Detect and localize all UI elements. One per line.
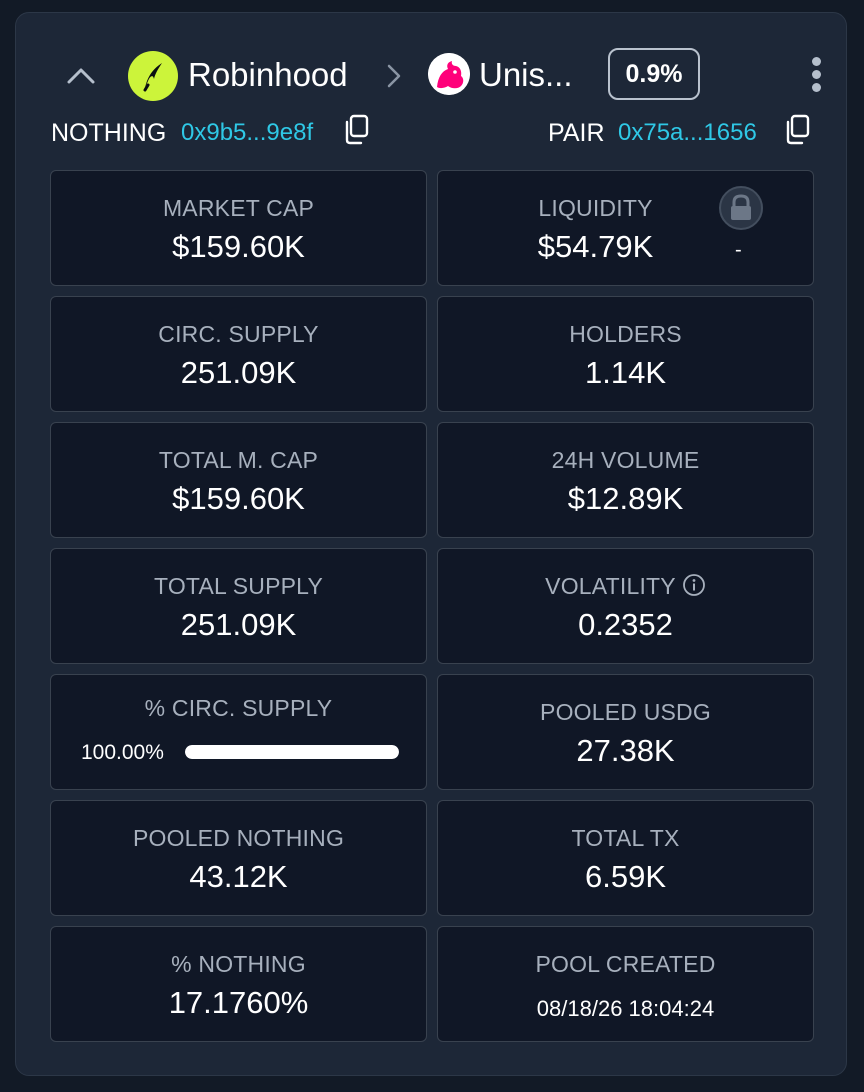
volatility-value: 0.2352 bbox=[578, 607, 673, 642]
total-supply-label: TOTAL SUPPLY bbox=[154, 573, 323, 599]
copy-token-address-icon[interactable] bbox=[342, 114, 370, 146]
lock-status: - bbox=[735, 239, 742, 261]
volume-24h-card: 24H VOLUME $12.89K bbox=[437, 422, 814, 538]
dex-name: Robinhood bbox=[188, 56, 348, 93]
robinhood-logo-icon bbox=[128, 51, 178, 101]
volatility-label: VOLATILITY bbox=[545, 573, 676, 599]
volatility-label-row: VOLATILITY bbox=[438, 571, 813, 601]
pooled-usdg-value: 27.38K bbox=[576, 733, 675, 768]
pooled-nothing-value: 43.12K bbox=[189, 859, 288, 894]
pooled-nothing-label: POOLED NOTHING bbox=[132, 825, 345, 851]
circ-supply-label: CIRC. SUPPLY bbox=[158, 321, 319, 347]
pooled-nothing-card: POOLED NOTHING 43.12K bbox=[50, 800, 427, 916]
holders-card: HOLDERS 1.14K bbox=[437, 296, 814, 412]
liquidity-label: LIQUIDITY bbox=[538, 195, 653, 221]
total-tx-label: TOTAL TX bbox=[571, 825, 680, 851]
total-mcap-card: TOTAL M. CAP $159.60K bbox=[50, 422, 427, 538]
circ-supply-card: CIRC. SUPPLY 251.09K bbox=[50, 296, 427, 412]
market-cap-value: $159.60K bbox=[172, 229, 305, 264]
total-supply-value: 251.09K bbox=[180, 607, 297, 642]
pct-circ-supply-card: % CIRC. SUPPLY 100.00% bbox=[50, 674, 427, 790]
volume-24h-value: $12.89K bbox=[567, 481, 684, 516]
kebab-menu-icon[interactable] bbox=[806, 57, 826, 97]
fee-badge: 0.9% bbox=[608, 48, 700, 100]
total-supply-card: TOTAL SUPPLY 251.09K bbox=[50, 548, 427, 664]
copy-pair-address-icon[interactable] bbox=[783, 114, 811, 146]
info-icon[interactable] bbox=[682, 573, 706, 597]
circ-supply-value: 251.09K bbox=[180, 355, 297, 390]
pair-name: Unis... bbox=[479, 56, 573, 93]
pooled-usdg-card: POOLED USDG 27.38K bbox=[437, 674, 814, 790]
total-mcap-label: TOTAL M. CAP bbox=[158, 447, 319, 473]
pair-address-link[interactable]: 0x75a...1656 bbox=[618, 116, 757, 150]
token-symbol-label: NOTHING bbox=[51, 119, 167, 147]
volume-24h-label: 24H VOLUME bbox=[551, 447, 700, 473]
pair-label: PAIR bbox=[548, 119, 605, 147]
volatility-card: VOLATILITY 0.2352 bbox=[437, 548, 814, 664]
pct-nothing-label: % NOTHING bbox=[171, 951, 306, 977]
pool-created-label: POOL CREATED bbox=[535, 951, 716, 977]
pool-created-card: POOL CREATED 08/18/26 18:04:24 bbox=[437, 926, 814, 1042]
liquidity-value: $54.79K bbox=[537, 229, 654, 264]
pct-nothing-card: % NOTHING 17.1760% bbox=[50, 926, 427, 1042]
holders-value: 1.14K bbox=[584, 355, 666, 390]
pct-nothing-value: 17.1760% bbox=[168, 985, 309, 1020]
pool-created-value: 08/18/26 18:04:24 bbox=[536, 996, 715, 1021]
market-cap-card: MARKET CAP $159.60K bbox=[50, 170, 427, 286]
total-tx-value: 6.59K bbox=[584, 859, 666, 894]
market-cap-label: MARKET CAP bbox=[162, 195, 315, 221]
uniswap-logo-icon bbox=[428, 53, 470, 95]
total-tx-card: TOTAL TX 6.59K bbox=[437, 800, 814, 916]
total-mcap-value: $159.60K bbox=[172, 481, 305, 516]
token-address-link[interactable]: 0x9b5...9e8f bbox=[181, 116, 313, 150]
pct-circ-supply-value: 100.00% bbox=[81, 741, 164, 764]
liquidity-card: LIQUIDITY $54.79K - bbox=[437, 170, 814, 286]
holders-label: HOLDERS bbox=[569, 321, 682, 347]
chevron-right-icon bbox=[387, 64, 401, 88]
pooled-usdg-label: POOLED USDG bbox=[540, 699, 711, 725]
chevron-up-icon[interactable] bbox=[66, 63, 96, 87]
circ-supply-progress-bar bbox=[185, 745, 399, 759]
lock-icon[interactable] bbox=[718, 185, 764, 231]
circ-supply-progress-fill bbox=[185, 745, 399, 759]
pct-circ-supply-label: % CIRC. SUPPLY bbox=[144, 695, 333, 721]
